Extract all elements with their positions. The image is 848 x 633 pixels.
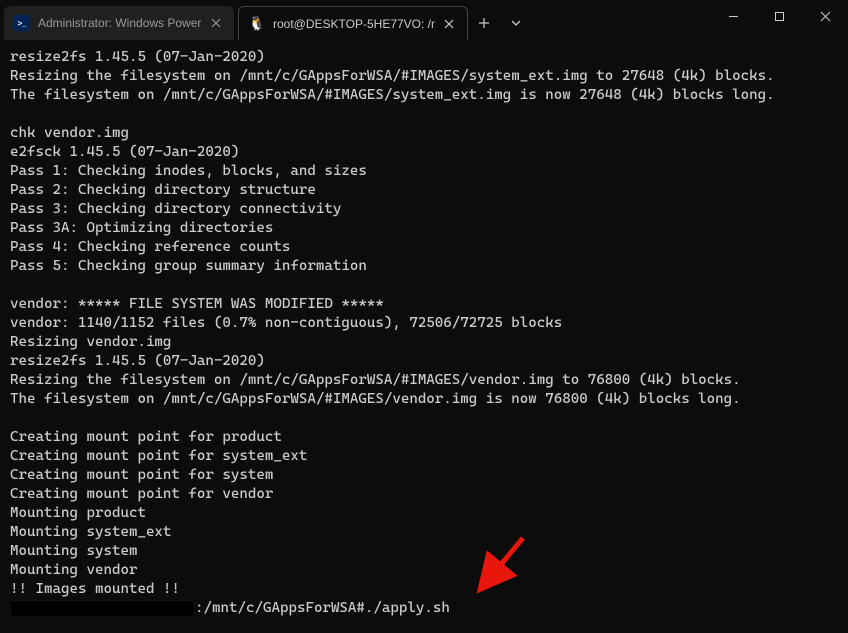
terminal-line: resize2fs 1.45.5 (07-Jan-2020) xyxy=(10,353,265,369)
close-button[interactable] xyxy=(802,0,848,32)
terminal-line: Mounting system xyxy=(10,543,137,559)
tab-dropdown-button[interactable] xyxy=(500,6,532,40)
tab-powershell[interactable]: >_ Administrator: Windows PowerS xyxy=(4,6,234,40)
terminal-line: Resizing vendor.img xyxy=(10,334,171,350)
terminal-line: Resizing the filesystem on /mnt/c/GAppsF… xyxy=(10,68,775,84)
terminal-line: Pass 2: Checking directory structure xyxy=(10,182,316,198)
minimize-button[interactable] xyxy=(710,0,756,32)
terminal-line: Resizing the filesystem on /mnt/c/GAppsF… xyxy=(10,372,741,388)
terminal-line: vendor: 1140/1152 files (0.7% non-contig… xyxy=(10,315,562,331)
terminal-line: Pass 4: Checking reference counts xyxy=(10,239,290,255)
prompt-path: :/mnt/c/GAppsForWSA# xyxy=(195,599,365,618)
terminal-line: e2fsck 1.45.5 (07-Jan-2020) xyxy=(10,144,239,160)
redacted-hostname xyxy=(10,600,195,617)
terminal-line: Creating mount point for product xyxy=(10,429,282,445)
new-tab-button[interactable] xyxy=(468,6,500,40)
tab-title: Administrator: Windows PowerS xyxy=(38,16,202,30)
terminal-line: Creating mount point for system_ext xyxy=(10,448,307,464)
close-icon[interactable] xyxy=(208,15,224,31)
terminal-line: Mounting system_ext xyxy=(10,524,171,540)
terminal-line: Creating mount point for vendor xyxy=(10,486,273,502)
terminal-line: Mounting vendor xyxy=(10,562,137,578)
terminal-line: chk vendor.img xyxy=(10,125,129,141)
prompt-command: ./apply.sh xyxy=(365,599,450,618)
tab-title: root@DESKTOP-5HE77VO: /mn xyxy=(273,17,435,31)
tab-linux[interactable]: 🐧 root@DESKTOP-5HE77VO: /mn xyxy=(238,6,468,40)
terminal-line: resize2fs 1.45.5 (07-Jan-2020) xyxy=(10,49,265,65)
terminal-line: Creating mount point for system xyxy=(10,467,273,483)
close-icon[interactable] xyxy=(441,16,457,32)
terminal-output[interactable]: resize2fs 1.45.5 (07-Jan-2020) Resizing … xyxy=(0,40,848,626)
prompt-line: :/mnt/c/GAppsForWSA# ./apply.sh xyxy=(10,599,838,618)
terminal-line: Mounting product xyxy=(10,505,146,521)
terminal-line: Pass 5: Checking group summary informati… xyxy=(10,258,367,274)
maximize-button[interactable] xyxy=(756,0,802,32)
linux-icon: 🐧 xyxy=(249,16,265,32)
powershell-icon: >_ xyxy=(14,15,30,31)
terminal-line: !! Images mounted !! xyxy=(10,581,180,597)
window-controls xyxy=(710,0,848,40)
terminal-line: The filesystem on /mnt/c/GAppsForWSA/#IM… xyxy=(10,87,775,103)
title-bar: >_ Administrator: Windows PowerS 🐧 root@… xyxy=(0,0,848,40)
terminal-line: Pass 3A: Optimizing directories xyxy=(10,220,273,236)
terminal-line: Pass 1: Checking inodes, blocks, and siz… xyxy=(10,163,367,179)
terminal-line: The filesystem on /mnt/c/GAppsForWSA/#IM… xyxy=(10,391,741,407)
tab-container: >_ Administrator: Windows PowerS 🐧 root@… xyxy=(0,0,710,40)
terminal-line: Pass 3: Checking directory connectivity xyxy=(10,201,341,217)
terminal-line: vendor: ***** FILE SYSTEM WAS MODIFIED *… xyxy=(10,296,384,312)
